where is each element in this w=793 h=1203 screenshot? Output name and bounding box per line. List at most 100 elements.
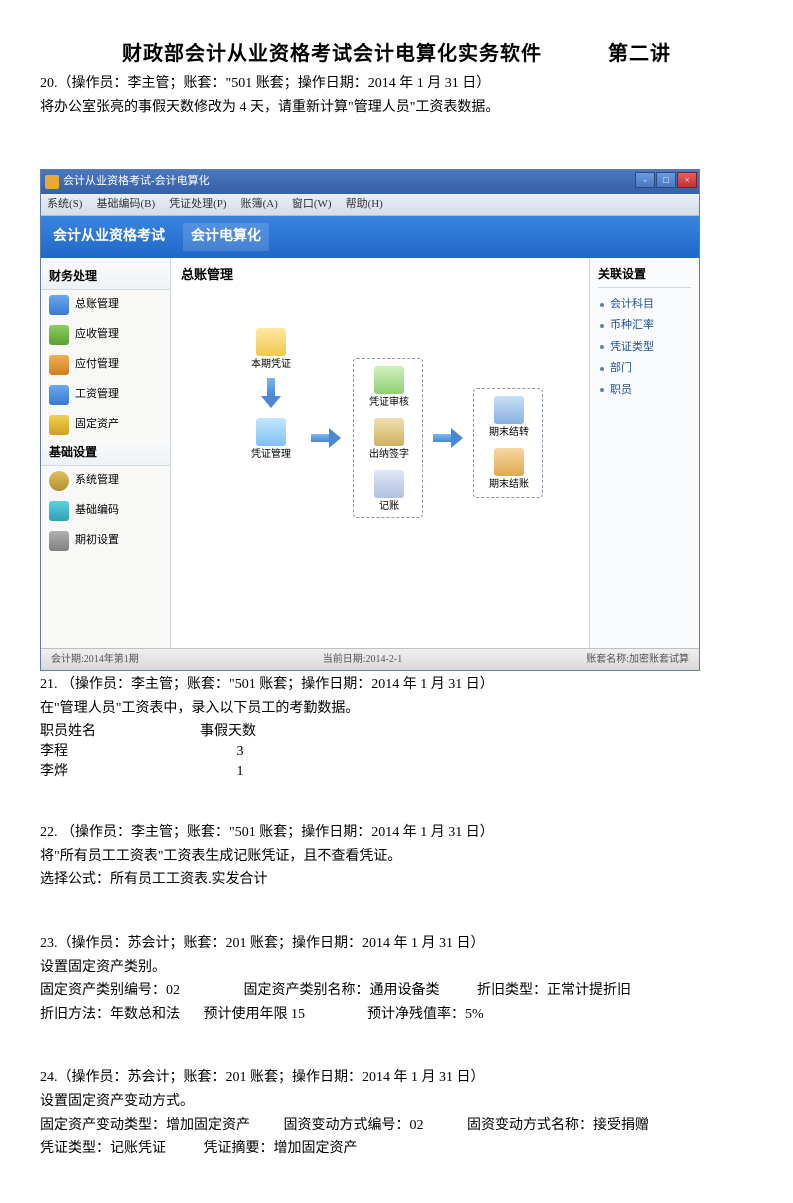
window-title: 会计从业资格考试-会计电算化: [63, 174, 210, 189]
banner-tab-2[interactable]: 会计电算化: [183, 223, 269, 251]
banner: 会计从业资格考试 会计电算化: [41, 216, 699, 258]
q20-body: 将办公室张亮的事假天数修改为 4 天，请重新计算"管理人员"工资表数据。: [40, 98, 753, 118]
q21-cell: 3: [200, 742, 280, 762]
book-icon: [374, 470, 404, 498]
sidebar-item-ledger[interactable]: 总账管理: [41, 290, 170, 320]
sidebar-item-receivable[interactable]: 应收管理: [41, 320, 170, 350]
q21-cell: 李烨: [40, 762, 200, 782]
q23-body1: 设置固定资产类别。: [40, 958, 753, 978]
sidebar-section-finance: 财务处理: [41, 264, 170, 290]
q21-table: 职员姓名 事假天数 李程 3 李烨 1: [40, 722, 753, 781]
sidebar-label: 基础编码: [75, 503, 119, 518]
flow-voucher-audit[interactable]: 凭证审核: [359, 366, 419, 410]
link-department[interactable]: 部门: [598, 358, 691, 379]
main-title: 总账管理: [171, 258, 589, 292]
q24-field: 凭证类型：记账凭证: [40, 1139, 200, 1159]
application-screenshot: 会计从业资格考试-会计电算化 - □ × 系统(S) 基础编码(B) 凭证处理(…: [40, 169, 753, 671]
flow-label: 出纳签字: [369, 448, 409, 462]
window-controls: - □ ×: [635, 172, 697, 188]
flow-bookkeeping[interactable]: 记账: [359, 470, 419, 514]
sidebar-section-base: 基础设置: [41, 440, 170, 466]
sidebar-right: 关联设置 会计科目 币种汇率 凭证类型 部门: [589, 258, 699, 648]
q20-header: 20.（操作员：李主管；账套："501 账套；操作日期：2014 年 1 月 3…: [40, 74, 753, 94]
sidebar-item-salary[interactable]: 工资管理: [41, 380, 170, 410]
app-icon: [45, 175, 59, 189]
sidebar-label: 总账管理: [75, 297, 119, 312]
q23-field: 折旧方法：年数总和法: [40, 1005, 200, 1025]
q24-field: 凭证摘要：增加固定资产: [204, 1139, 358, 1159]
ledger-icon: [49, 295, 69, 315]
sidebar-label: 期初设置: [75, 533, 119, 548]
flow-period-close[interactable]: 期末结账: [479, 448, 539, 492]
title-lecture: 第二讲: [608, 40, 671, 68]
q24-line2: 固定资产变动类型：增加固定资产 固资变动方式编号：02 固资变动方式名称：接受捐…: [40, 1116, 753, 1136]
maximize-button[interactable]: □: [656, 172, 676, 188]
flow-voucher-mgmt[interactable]: 凭证管理: [241, 418, 301, 462]
sidebar-item-fixedasset[interactable]: 固定资产: [41, 410, 170, 440]
q23-header: 23.（操作员：苏会计；账套：201 账套；操作日期：2014 年 1 月 31…: [40, 934, 753, 954]
menu-voucher[interactable]: 凭证处理(P): [169, 197, 226, 212]
q23-field: 固定资产类别编号：02: [40, 981, 240, 1001]
q22-body1: 将"所有员工工资表"工资表生成记账凭证，且不查看凭证。: [40, 847, 753, 867]
flow-period-transfer[interactable]: 期末结转: [479, 396, 539, 440]
link-account-subject[interactable]: 会计科目: [598, 294, 691, 315]
flow-current-voucher[interactable]: 本期凭证: [241, 328, 301, 372]
minimize-button[interactable]: -: [635, 172, 655, 188]
link-voucher-type[interactable]: 凭证类型: [598, 337, 691, 358]
q21-cell: 1: [200, 762, 280, 782]
close-button[interactable]: ×: [677, 172, 697, 188]
app-window: 会计从业资格考试-会计电算化 - □ × 系统(S) 基础编码(B) 凭证处理(…: [40, 169, 700, 671]
basecode-icon: [49, 501, 69, 521]
arrow-right-icon: [433, 428, 463, 448]
document-title: 财政部会计从业资格考试会计电算化实务软件 第二讲: [40, 40, 753, 68]
flow-cashier-sign[interactable]: 出纳签字: [359, 418, 419, 462]
bullet-icon: [600, 367, 604, 371]
bullet-icon: [600, 345, 604, 349]
menu-help[interactable]: 帮助(H): [346, 197, 383, 212]
init-icon: [49, 531, 69, 551]
flow-label: 期末结转: [489, 426, 529, 440]
q23-field: 固定资产类别名称：通用设备类: [244, 981, 474, 1001]
bullet-icon: [600, 388, 604, 392]
sidebar-right-title: 关联设置: [598, 266, 691, 288]
sidebar-label: 系统管理: [75, 473, 119, 488]
arrow-down-icon: [261, 378, 281, 408]
q23-field: 折旧类型：正常计提折旧: [477, 981, 631, 1001]
q21-col-name: 职员姓名: [40, 722, 200, 742]
banner-tab-1[interactable]: 会计从业资格考试: [53, 227, 165, 247]
sidebar-item-basecode[interactable]: 基础编码: [41, 496, 170, 526]
sidebar-item-payable[interactable]: 应付管理: [41, 350, 170, 380]
menubar: 系统(S) 基础编码(B) 凭证处理(P) 账簿(A) 窗口(W) 帮助(H): [41, 194, 699, 216]
menu-system[interactable]: 系统(S): [47, 197, 82, 212]
transfer-icon: [494, 396, 524, 424]
q22-header: 22. （操作员：李主管；账套："501 账套；操作日期：2014 年 1 月 …: [40, 823, 753, 843]
menu-window[interactable]: 窗口(W): [292, 197, 332, 212]
sidebar-item-sysmgmt[interactable]: 系统管理: [41, 466, 170, 496]
q24-field: 固定资产变动类型：增加固定资产: [40, 1116, 280, 1136]
flow-label: 凭证审核: [369, 396, 409, 410]
q23-field: 预计净残值率：5%: [367, 1005, 484, 1025]
q24-line3: 凭证类型：记账凭证 凭证摘要：增加固定资产: [40, 1139, 753, 1159]
link-label: 职员: [610, 383, 632, 398]
fixedasset-icon: [49, 415, 69, 435]
link-label: 币种汇率: [610, 318, 654, 333]
title-main: 财政部会计从业资格考试会计电算化实务软件: [122, 40, 542, 68]
q21-header: 21. （操作员：李主管；账套："501 账套；操作日期：2014 年 1 月 …: [40, 675, 753, 695]
sidebar-label: 固定资产: [75, 417, 119, 432]
q24-body1: 设置固定资产变动方式。: [40, 1092, 753, 1112]
sidebar-label: 工资管理: [75, 387, 119, 402]
link-label: 凭证类型: [610, 340, 654, 355]
menu-basecode[interactable]: 基础编码(B): [96, 197, 155, 212]
link-currency-rate[interactable]: 币种汇率: [598, 315, 691, 336]
sidebar-item-initsetup[interactable]: 期初设置: [41, 526, 170, 556]
payable-icon: [49, 355, 69, 375]
status-date: 当前日期:2014-2-1: [323, 653, 402, 667]
menu-ledger[interactable]: 账簿(A): [241, 197, 278, 212]
sign-icon: [374, 418, 404, 446]
link-staff[interactable]: 职员: [598, 380, 691, 401]
q24-field: 固资变动方式编号：02: [284, 1116, 464, 1136]
q24-header: 24.（操作员：苏会计；账套：201 账套；操作日期：2014 年 1 月 31…: [40, 1068, 753, 1088]
q21-col-days: 事假天数: [200, 722, 360, 742]
status-period: 会计期:2014年第1期: [51, 653, 139, 667]
sidebar-left: 财务处理 总账管理 应收管理 应付管理 工资管理: [41, 258, 171, 648]
